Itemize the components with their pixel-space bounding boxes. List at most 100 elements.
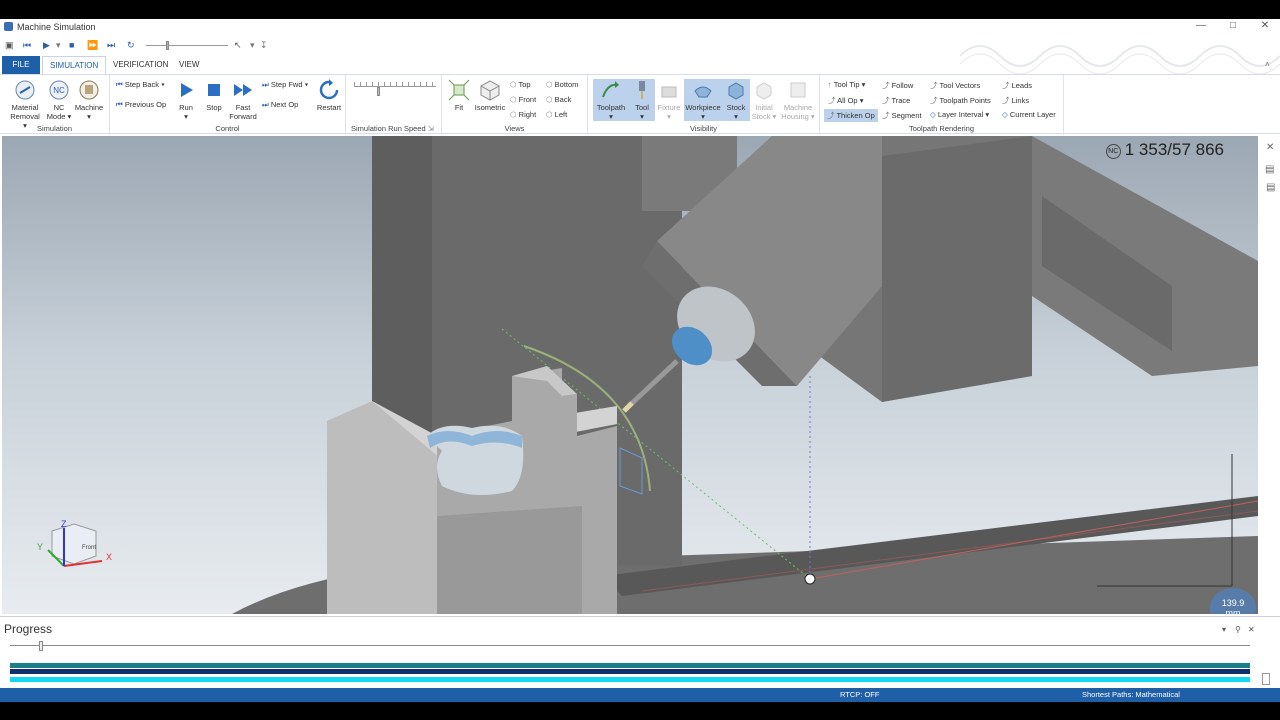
top-view-button[interactable]: ⬡ Top (510, 80, 531, 89)
material-removal-button[interactable]: Material Removal ▾ (8, 79, 42, 130)
minimize-icon[interactable]: — (1192, 20, 1210, 31)
previous-op-icon: ⏮ (116, 100, 123, 109)
tab-simulation[interactable]: SIMULATION (42, 56, 107, 74)
tab-verification[interactable]: VERIFICATION (106, 56, 175, 74)
simulation-viewport[interactable]: Front X Y Z NC 1 353/57 866 139.9 mm (2, 136, 1258, 614)
dropdown-icon[interactable]: ▾ (250, 40, 255, 51)
tab-view[interactable]: VIEW (172, 56, 206, 74)
previous-op-button[interactable]: ⏮ Previous Op (116, 100, 166, 110)
follow-button[interactable]: ⤴ Follow (882, 80, 913, 91)
workpiece-label: Workpiece (685, 103, 721, 112)
layer-interval-icon: ◇ (930, 110, 936, 119)
panel-close-icon[interactable]: ✕ (1266, 142, 1274, 153)
current-layer-button[interactable]: ◇ Current Layer (1002, 110, 1056, 119)
group-label-toolpath-rendering: Toolpath Rendering (908, 124, 975, 133)
fit-button[interactable]: Fit (442, 79, 476, 112)
fixture-label: Fixture (657, 103, 681, 112)
fast-forward-label: Fast (235, 103, 251, 112)
step-back-icon: ⏮ (116, 80, 123, 89)
front-view-label: Front (518, 95, 537, 104)
group-label-speed: Simulation Run Speed ⇲ (346, 124, 441, 133)
cursor-icon[interactable]: ↖ (234, 40, 242, 51)
back-view-icon: ⬡ (546, 95, 553, 104)
play-icon[interactable]: ▶ (43, 40, 50, 51)
back-view-button[interactable]: ⬡ Back (546, 95, 571, 104)
dialog-launcher-icon[interactable]: ⇲ (428, 124, 434, 133)
thicken-op-label: Thicken Op (836, 111, 875, 120)
progress-slider-thumb[interactable] (38, 641, 43, 651)
initial-stock-toggle[interactable]: Initial Stock ▾ (750, 79, 778, 121)
all-op-label: All Op (837, 96, 858, 105)
thicken-op-button[interactable]: ⤴ Thicken Op (824, 109, 878, 122)
progress-dropdown-icon[interactable]: ▾ (1222, 625, 1226, 634)
left-view-button[interactable]: ⬡ Left (546, 110, 567, 119)
progress-slider-track[interactable] (10, 645, 1250, 646)
maximize-icon[interactable]: □ (1224, 20, 1242, 31)
progress-pin-icon[interactable]: ⚲ (1235, 625, 1241, 634)
tool-tip-icon: ↑ (828, 80, 832, 89)
stock-toggle[interactable]: Stock ▾ (722, 79, 750, 121)
initial-stock-label: Initial (755, 103, 773, 112)
all-op-button[interactable]: ⤴ All Op ▾ (828, 95, 863, 106)
save-icon[interactable]: ▣ (5, 40, 14, 51)
tool-tip-button[interactable]: ↑ Tool Tip ▾ (828, 80, 865, 89)
right-view-button[interactable]: ⬡ Right (510, 110, 536, 119)
workpiece-toggle[interactable]: Workpiece ▾ (684, 79, 722, 121)
rtcp-status: RTCP: OFF (840, 690, 880, 699)
leads-button[interactable]: ⤴ Leads (1002, 80, 1032, 91)
fast-forward-icon[interactable]: ⏩ (87, 40, 98, 51)
tab-file[interactable]: FILE (2, 56, 40, 74)
simulation-speed-thumb[interactable] (376, 87, 380, 96)
machine-origin-marker (804, 573, 816, 585)
view-cube[interactable]: Front X Y Z (37, 519, 112, 567)
progress-bar-3 (10, 677, 1250, 682)
group-views: Fit Isometric ⬡ Top ⬡ Front ⬡ Right ⬡ Bo… (442, 75, 588, 135)
customize-icon[interactable]: ↧ (260, 40, 268, 51)
panel-layers-icon[interactable]: ▤ (1266, 182, 1275, 193)
isometric-icon (480, 80, 500, 101)
group-label-views: Views (504, 124, 525, 133)
top-view-icon: ⬡ (510, 80, 517, 89)
next-op-button[interactable]: ⏭ Next Op (262, 100, 298, 110)
quick-speed-slider[interactable] (146, 45, 228, 46)
restart-button[interactable]: Restart (312, 79, 346, 112)
segment-button[interactable]: ⤴ Segment (882, 110, 922, 121)
close-icon[interactable]: ✕ (1256, 20, 1274, 31)
nc-mode-button[interactable]: NC NC Mode ▾ (42, 79, 76, 121)
toolpath-points-button[interactable]: ⤴ Toolpath Points (930, 95, 991, 106)
collapse-ribbon-icon[interactable]: ˄ (1258, 56, 1277, 74)
machine-housing-toggle[interactable]: Machine Housing ▾ (780, 79, 816, 121)
step-fwd-button[interactable]: ⏭ Step Fwd ▾ (262, 80, 308, 90)
fast-forward-button[interactable]: Fast Forward (226, 79, 260, 121)
material-removal-label-2: Removal (10, 112, 40, 121)
dropdown-icon[interactable]: ▾ (56, 40, 61, 51)
quick-speed-thumb[interactable] (166, 41, 169, 50)
simulation-speed-slider[interactable] (354, 86, 436, 87)
tool-icon (639, 81, 645, 99)
isometric-button[interactable]: Isometric (473, 79, 507, 112)
front-view-icon: ⬡ (510, 95, 517, 104)
x-axis-label: X (106, 552, 112, 562)
front-view-button[interactable]: ⬡ Front (510, 95, 536, 104)
trace-button[interactable]: ⤴ Trace (882, 95, 910, 106)
progress-close-icon[interactable]: ✕ (1248, 625, 1255, 634)
layer-interval-button[interactable]: ◇ Layer Interval ▾ (930, 110, 989, 119)
machine-label: Machine (74, 103, 104, 112)
stop-icon[interactable]: ■ (69, 40, 74, 50)
fixture-toggle[interactable]: Fixture ▾ (655, 79, 683, 121)
step-back-button[interactable]: ⏮ Step Back ▾ (116, 80, 165, 90)
links-button[interactable]: ⤴ Links (1002, 95, 1029, 106)
skip-end-icon[interactable]: ⏭ (107, 40, 115, 51)
tool-toggle[interactable]: Tool ▾ (629, 79, 655, 121)
machine-button[interactable]: Machine ▾ (72, 79, 106, 121)
panel-properties-icon[interactable]: ▤ (1265, 164, 1274, 175)
restart-icon[interactable]: ↻ (127, 40, 135, 51)
toolpath-toggle[interactable]: Toolpath ▾ (593, 79, 629, 121)
skip-back-icon[interactable]: ⏮ (23, 40, 31, 51)
bottom-view-button[interactable]: ⬡ Bottom (546, 80, 578, 89)
thicken-op-icon: ⤴ (827, 111, 835, 120)
tool-vectors-button[interactable]: ⤴ Tool Vectors (930, 80, 980, 91)
view-cube-front-label: Front (82, 545, 96, 551)
resize-grip-icon[interactable] (1262, 673, 1270, 685)
speed-label-text: Simulation Run Speed (351, 124, 426, 133)
